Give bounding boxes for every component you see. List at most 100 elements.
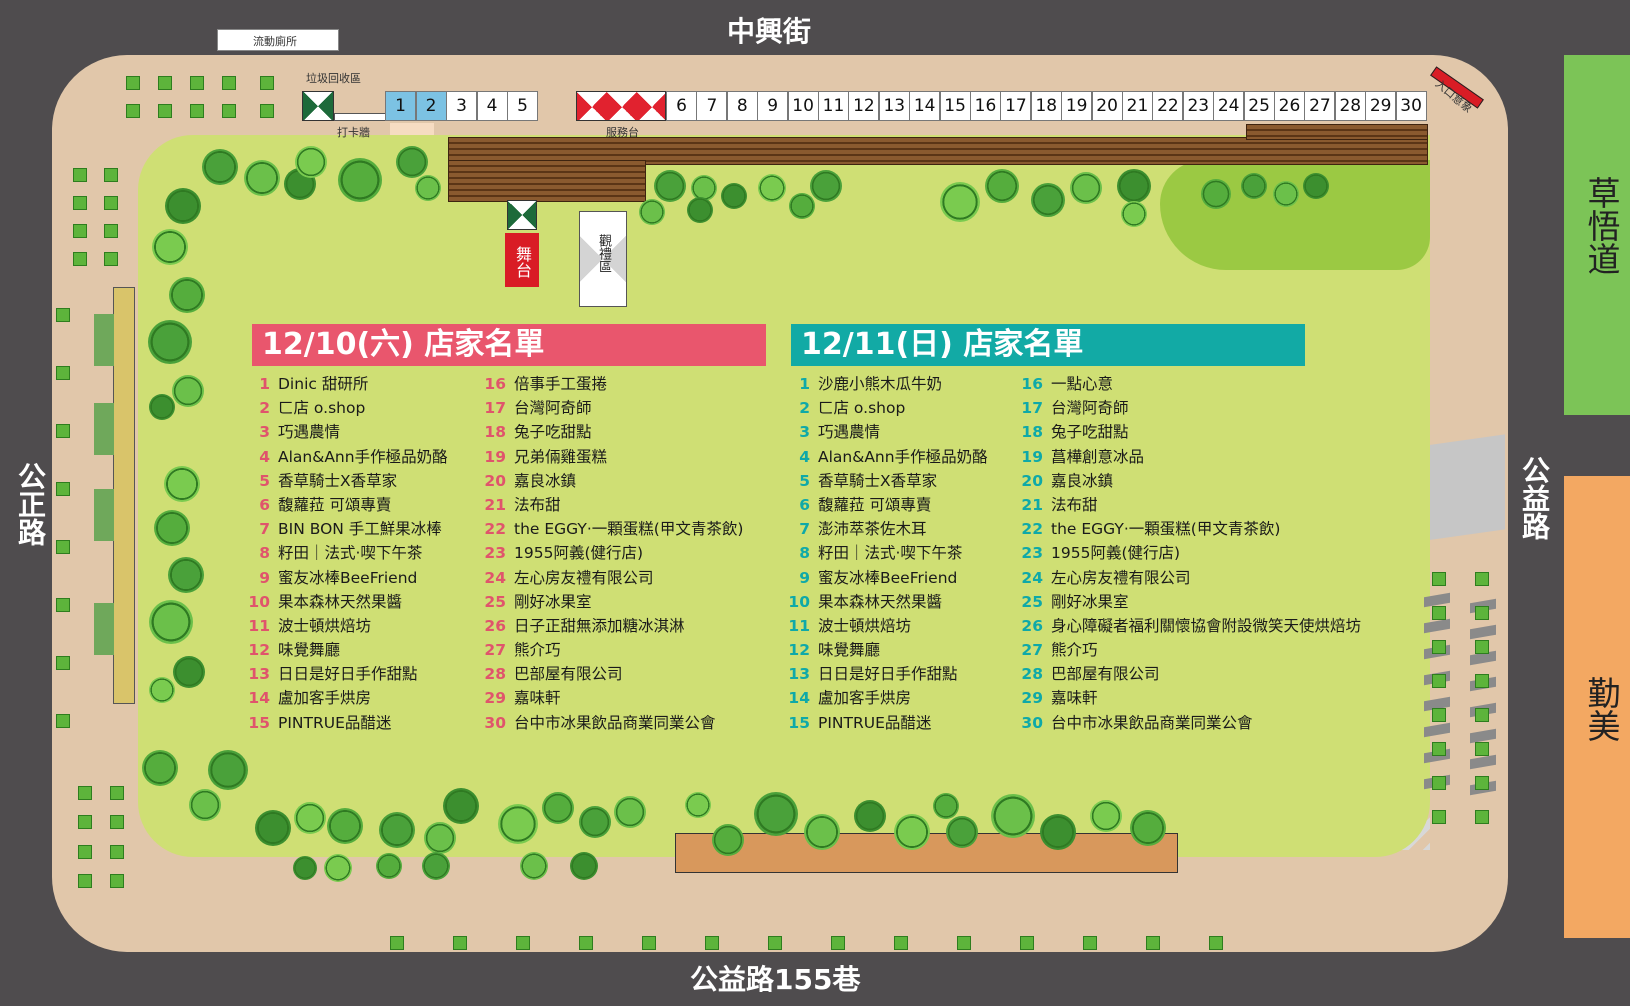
shop-number: 2 <box>259 399 270 418</box>
tree <box>149 677 175 703</box>
shrub <box>1475 742 1489 756</box>
shop-list-item: 26 身心障礙者福利關懷協會附設微笑天使烘焙坊 <box>1021 614 1361 638</box>
day1-list-col1: 1 Dinic 甜研所 2 ㄈ店 o.shop 3 巧遇農情 4 Alan&Ann手作極品奶酪… <box>248 372 448 735</box>
shrub <box>1475 776 1489 790</box>
shop-list-item: 29 嘉味軒 <box>1021 686 1361 710</box>
shop-list-item: 11 波士頓烘焙坊 <box>248 614 448 638</box>
shop-name: 熊介巧 <box>514 641 561 660</box>
shop-list-item: 21 法布甜 <box>484 493 743 517</box>
shop-number: 13 <box>248 665 270 684</box>
shop-list-item: 17 台灣阿奇師 <box>1021 396 1361 420</box>
shop-number: 21 <box>484 495 506 514</box>
road-label-right-orange: 勤美 <box>1582 676 1621 742</box>
shop-name: PINTRUE品醋迷 <box>818 713 932 732</box>
shop-list-item: 2 ㄈ店 o.shop <box>788 396 988 420</box>
tree <box>294 802 326 834</box>
booth-25: 25 <box>1243 91 1275 121</box>
tree <box>1201 179 1231 209</box>
shop-list-item: 17 台灣阿奇師 <box>484 396 743 420</box>
shop-list-item: 25 剛好冰果室 <box>1021 590 1361 614</box>
tree <box>379 812 415 848</box>
day2-header: 12/11(日) 店家名單 <box>791 324 1305 366</box>
shop-number: 3 <box>799 423 810 442</box>
shop-list-item: 24 左心房友禮有限公司 <box>1021 566 1361 590</box>
shrub <box>1475 708 1489 722</box>
shop-name: 澎沛萃茶佐木耳 <box>818 520 927 539</box>
shop-name: 台灣阿奇師 <box>1051 399 1129 418</box>
shop-number: 30 <box>1021 713 1043 732</box>
shop-name: 日日是好日手作甜點 <box>278 665 418 684</box>
shop-number: 10 <box>788 592 810 611</box>
day1-list-col2: 16 倍事手工蛋捲 17 台灣阿奇師 18 兔子吃甜點 19 兄弟倆雞蛋糕 20 嘉良冰鎮 21 法布… <box>484 372 743 735</box>
shop-name: 日子正甜無添加糖冰淇淋 <box>514 616 685 635</box>
shop-number: 5 <box>259 471 270 490</box>
tree <box>173 656 205 688</box>
shop-name: Alan&Ann手作極品奶酪 <box>818 447 988 466</box>
tree <box>946 816 978 848</box>
tree <box>933 793 959 819</box>
tree <box>1117 169 1151 203</box>
shop-list-item: 26 日子正甜無添加糖冰淇淋 <box>484 614 743 638</box>
shrub <box>1146 936 1160 950</box>
shop-list-item: 7 BIN BON 手工鮮果冰棒 <box>248 517 448 541</box>
shop-list-item: 5 香草騎士X香草家 <box>788 469 988 493</box>
shop-list-item: 13 日日是好日手作甜點 <box>248 662 448 686</box>
shop-name: 沙鹿小熊木瓜牛奶 <box>818 375 943 393</box>
photo-wall-label: 打卡牆 <box>337 126 370 139</box>
shop-name: 香草騎士X香草家 <box>818 471 938 490</box>
day1-header: 12/10(六) 店家名單 <box>252 324 766 366</box>
shop-name: 果本森林天然果醬 <box>278 592 403 611</box>
shop-list-item: 30 台中市冰果飲品商業同業公會 <box>484 711 743 735</box>
booth-19: 19 <box>1061 91 1093 121</box>
shrub <box>56 540 70 554</box>
shop-name: 法布甜 <box>1051 495 1098 514</box>
shop-number: 27 <box>484 641 506 660</box>
shop-number: 26 <box>484 616 506 635</box>
shrub <box>78 845 92 859</box>
tree <box>149 600 193 644</box>
tree <box>639 199 665 225</box>
shrub <box>78 786 92 800</box>
booth-11: 11 <box>818 91 849 121</box>
booth-14: 14 <box>909 91 941 121</box>
tree <box>1130 810 1166 846</box>
tree <box>498 804 538 844</box>
shop-number: 15 <box>788 713 810 732</box>
shop-number: 8 <box>799 544 810 563</box>
trash-tent <box>302 91 334 121</box>
shrub <box>260 104 274 118</box>
shop-name: 嘉良冰鎮 <box>514 471 577 490</box>
shop-name: 一點心意 <box>1051 375 1114 393</box>
shop-list-item: 12 味覺舞廳 <box>788 638 988 662</box>
booth-21: 21 <box>1122 91 1153 121</box>
shop-list-item: 27 熊介巧 <box>484 638 743 662</box>
shrub <box>222 104 236 118</box>
shop-list-item: 13 日日是好日手作甜點 <box>788 662 988 686</box>
wooden-deck-left <box>448 160 646 202</box>
shop-name: 香草騎士X香草家 <box>278 471 398 490</box>
shop-list-item: 28 巴部屋有限公司 <box>1021 662 1361 686</box>
shop-name: 倍事手工蛋捲 <box>514 375 608 393</box>
shop-number: 6 <box>259 495 270 514</box>
tree <box>687 197 713 223</box>
shop-number: 17 <box>1021 399 1043 418</box>
tree <box>1121 201 1147 227</box>
shop-name: 馥蘿菈 可頌專賣 <box>818 495 932 514</box>
shrub <box>56 366 70 380</box>
shop-list-item: 7 澎沛萃茶佐木耳 <box>788 517 988 541</box>
shrub <box>1020 936 1034 950</box>
tree <box>208 750 248 790</box>
tree <box>654 170 686 202</box>
shrub <box>190 76 204 90</box>
trash-label: 垃圾回收區 <box>306 72 361 85</box>
shop-name: 蜜友冰棒BeeFriend <box>278 568 418 587</box>
shop-list-item: 29 嘉味軒 <box>484 686 743 710</box>
tree <box>424 822 456 854</box>
shop-list-item: 3 巧遇農情 <box>248 420 448 444</box>
shop-number: 1 <box>799 375 810 393</box>
booth-10: 10 <box>787 91 819 121</box>
shop-list-item: 22 the EGGY·一顆蛋糕(甲文青茶飲) <box>484 517 743 541</box>
day2-list-col2: 16 一點心意 17 台灣阿奇師 18 兔子吃甜點 19 菖樺創意冰品 20 嘉良冰鎮 21 法布甜 2… <box>1021 372 1361 735</box>
shrub <box>1432 572 1446 586</box>
shop-name: 左心房友禮有限公司 <box>514 568 654 587</box>
